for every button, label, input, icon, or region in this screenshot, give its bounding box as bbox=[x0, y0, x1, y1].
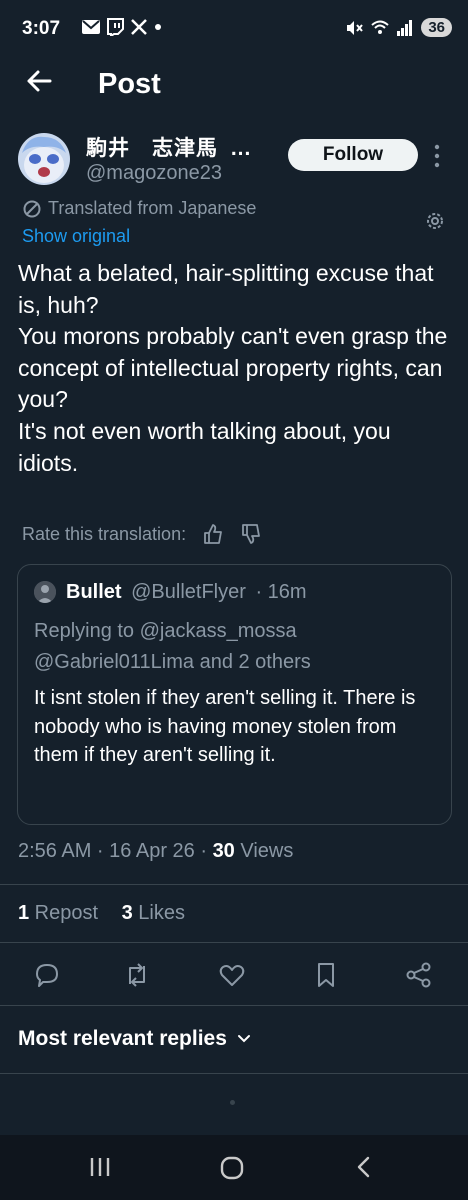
wifi-icon bbox=[371, 20, 389, 34]
repost-icon[interactable] bbox=[122, 960, 152, 990]
like-icon[interactable] bbox=[217, 960, 247, 990]
status-time: 3:07 bbox=[22, 18, 61, 39]
quoted-avatar bbox=[34, 581, 56, 603]
replying-others: @Gabriel011Lima and 2 others bbox=[34, 651, 311, 673]
quoted-post[interactable]: Bullet @BulletFlyer · 16m Replying to @j… bbox=[17, 564, 452, 825]
divider bbox=[0, 942, 468, 943]
x-icon bbox=[131, 19, 147, 35]
translate-icon bbox=[23, 200, 41, 217]
divider bbox=[0, 1073, 468, 1074]
translation-notice: Translated from Japanese bbox=[22, 198, 256, 219]
divider bbox=[0, 884, 468, 885]
twitch-icon bbox=[107, 18, 124, 36]
rate-label: Rate this translation: bbox=[22, 523, 187, 544]
post-text: What a belated, hair-splitting excuse th… bbox=[18, 260, 448, 476]
system-icons: 36 bbox=[345, 18, 452, 37]
loading-indicator bbox=[230, 1100, 235, 1105]
likes-count: 3 bbox=[121, 902, 133, 924]
quoted-replying-to: Replying to @jackass_mossa @Gabriel011Li… bbox=[34, 616, 311, 678]
bookmark-icon[interactable] bbox=[311, 960, 341, 990]
author-name[interactable]: 駒井 志津馬 ... bbox=[86, 132, 251, 162]
likes-label: Likes bbox=[132, 902, 185, 924]
recents-icon[interactable] bbox=[89, 1155, 111, 1179]
reposts-count: 1 bbox=[18, 902, 30, 924]
dot-icon bbox=[155, 24, 161, 30]
quoted-header: Bullet @BulletFlyer · 16m bbox=[66, 581, 307, 604]
replying-label: Replying to bbox=[34, 620, 135, 642]
chevron-down-icon bbox=[237, 1035, 250, 1043]
name-overflow: ... bbox=[230, 137, 252, 160]
replies-sort-dropdown[interactable]: Most relevant replies bbox=[18, 1027, 251, 1051]
quoted-name: Bullet bbox=[66, 581, 122, 603]
reposts-label: Repost bbox=[29, 902, 99, 924]
replies-sort-label: Most relevant replies bbox=[18, 1027, 227, 1050]
notification-icons bbox=[82, 18, 162, 36]
action-bar bbox=[0, 960, 468, 992]
thumbs-down-icon[interactable] bbox=[240, 523, 262, 545]
reply-icon[interactable] bbox=[32, 960, 62, 990]
share-icon[interactable] bbox=[404, 960, 434, 990]
gear-icon[interactable] bbox=[424, 210, 446, 232]
battery-icon: 36 bbox=[421, 18, 452, 37]
views-count: 30 bbox=[212, 840, 235, 862]
follow-button[interactable]: Follow bbox=[288, 139, 418, 171]
quoted-handle: @BulletFlyer bbox=[131, 581, 246, 603]
more-options-icon[interactable] bbox=[432, 143, 442, 169]
thumbs-up-icon[interactable] bbox=[202, 523, 224, 545]
signal-icon bbox=[397, 19, 413, 36]
page-title: Post bbox=[98, 68, 161, 100]
back-nav-icon[interactable] bbox=[354, 1155, 372, 1179]
author-handle[interactable]: @magozone23 bbox=[86, 162, 222, 185]
avatar[interactable] bbox=[18, 133, 70, 185]
mute-icon bbox=[347, 20, 364, 35]
rate-translation: Rate this translation: bbox=[22, 523, 262, 545]
views-label: Views bbox=[234, 840, 294, 862]
quoted-time: · 16m bbox=[255, 581, 307, 603]
back-arrow-icon[interactable] bbox=[24, 66, 54, 96]
author-name-text: 駒井 志津馬 bbox=[86, 137, 218, 160]
timestamp-text: 2:56 AM · 16 Apr 26 · bbox=[18, 840, 213, 862]
quoted-text: It isnt stolen if they aren't selling it… bbox=[34, 687, 416, 766]
post-timestamp: 2:56 AM · 16 Apr 26 · 30 Views bbox=[18, 840, 293, 863]
status-bar: 3:07 36 bbox=[0, 0, 468, 58]
divider bbox=[0, 1005, 468, 1006]
home-icon[interactable] bbox=[219, 1155, 245, 1181]
reposts-stat[interactable]: 1 Repost bbox=[18, 902, 98, 924]
system-nav-bar bbox=[0, 1135, 468, 1200]
show-original-link[interactable]: Show original bbox=[22, 226, 130, 247]
likes-stat[interactable]: 3 Likes bbox=[122, 902, 185, 924]
replying-handle: @jackass_mossa bbox=[139, 620, 297, 642]
post-stats: 1 Repost 3 Likes bbox=[18, 902, 185, 925]
translated-label: Translated from Japanese bbox=[48, 198, 257, 218]
mail-icon bbox=[82, 20, 100, 34]
